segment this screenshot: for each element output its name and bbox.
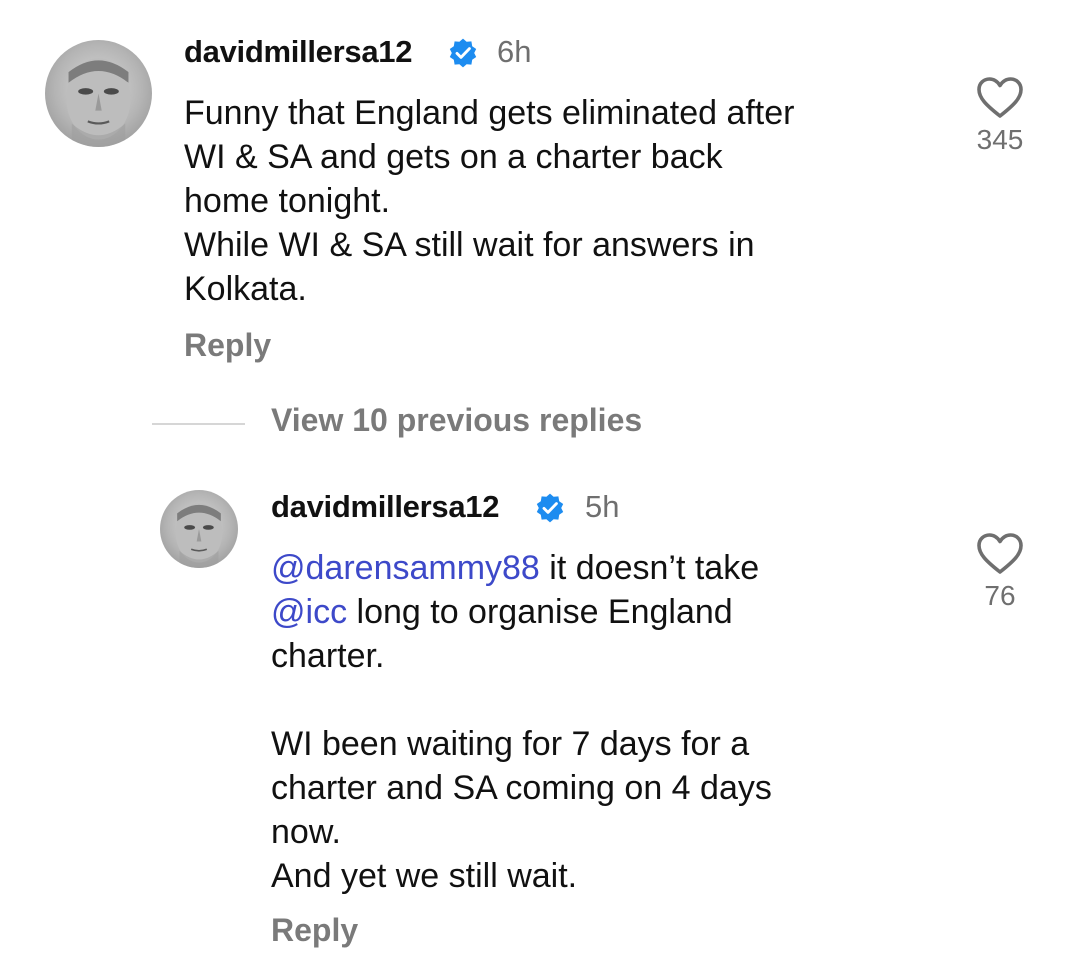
reply-line-blank xyxy=(271,678,772,722)
reply-username[interactable]: davidmillersa12 xyxy=(271,489,499,525)
verified-badge-icon xyxy=(536,493,564,523)
heart-icon[interactable] xyxy=(976,76,1024,120)
avatar-face-icon xyxy=(175,503,223,568)
like-count: 345 xyxy=(976,124,1024,155)
comment-line: Funny that England gets eliminated after xyxy=(184,94,795,132)
mention-link[interactable]: @icc xyxy=(271,593,347,631)
avatar[interactable] xyxy=(160,490,238,568)
reply-line: And yet we still wait. xyxy=(271,857,578,895)
verified-badge-icon xyxy=(449,38,477,68)
comment-timestamp: 6h xyxy=(497,34,532,69)
reply-button[interactable]: Reply xyxy=(184,327,271,364)
like-button[interactable]: 345 xyxy=(960,76,1040,156)
reply-line: @icc long to organise England xyxy=(271,590,772,634)
comment-line: Kolkata. xyxy=(184,270,307,308)
comment-line: WI & SA and gets on a charter back xyxy=(184,138,723,176)
comment-body: Funny that England gets eliminated after… xyxy=(184,91,795,311)
mention-link[interactable]: @darensammy88 xyxy=(271,549,540,587)
reply-line: @darensammy88 it doesn’t take xyxy=(271,546,772,590)
comment-username[interactable]: davidmillersa12 xyxy=(184,34,412,70)
avatar-face-icon xyxy=(66,58,131,147)
view-previous-replies-button[interactable]: View 10 previous replies xyxy=(271,402,642,439)
reply-body: @darensammy88 it doesn’t take @icc long … xyxy=(271,546,772,898)
reply-line: now. xyxy=(271,813,341,851)
reply-text: long to organise England xyxy=(347,593,733,631)
comment-line: home tonight. xyxy=(184,182,391,220)
reply-line: charter and SA coming on 4 days xyxy=(271,769,772,807)
like-count: 76 xyxy=(984,580,1016,611)
comment-line: While WI & SA still wait for answers in xyxy=(184,226,755,264)
avatar[interactable] xyxy=(45,40,152,147)
like-button[interactable]: 76 xyxy=(960,532,1040,612)
reply-button[interactable]: Reply xyxy=(271,912,358,949)
reply-line: charter. xyxy=(271,637,385,675)
reply-timestamp: 5h xyxy=(585,489,620,524)
heart-icon[interactable] xyxy=(976,532,1024,576)
reply-line: WI been waiting for 7 days for a xyxy=(271,725,750,763)
reply-text: it doesn’t take xyxy=(539,549,760,587)
replies-divider xyxy=(152,423,245,425)
